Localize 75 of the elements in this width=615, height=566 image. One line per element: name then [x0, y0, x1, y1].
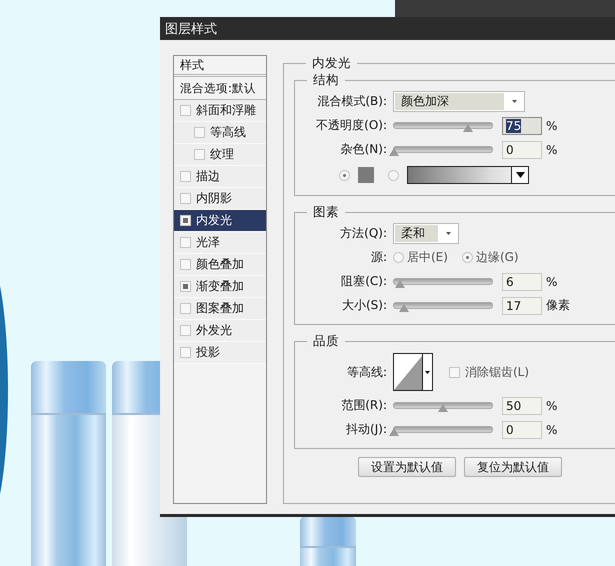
list-header: 样式 [174, 56, 266, 77]
dialog-button[interactable]: 设置为默认值 [358, 457, 456, 477]
dialog-button[interactable]: 复位为默认值 [464, 457, 562, 477]
slider-thumb[interactable] [394, 280, 405, 288]
list-item[interactable]: 内阴影 [174, 188, 266, 210]
list-item[interactable]: 渐变叠加 [174, 276, 266, 298]
number-field[interactable]: 6 [502, 272, 542, 290]
field-label: 范围(R): [340, 397, 388, 414]
group-title: 内发光 [311, 55, 352, 72]
list-item[interactable]: 颜色叠加 [174, 254, 266, 276]
checkbox[interactable] [180, 259, 191, 270]
list-item[interactable]: 内发光 [174, 210, 266, 232]
caret-icon [425, 370, 430, 374]
slider-thumb[interactable] [438, 404, 448, 412]
unit-label: % [546, 422, 558, 436]
list-item[interactable]: 图案叠加 [174, 298, 266, 320]
radio-button[interactable] [339, 170, 350, 180]
slider-thumb[interactable] [389, 148, 399, 156]
list-item[interactable]: 描边 [174, 166, 266, 188]
blend-mode-dropdown[interactable]: 颜色加深 [393, 91, 525, 112]
color-swatch[interactable] [358, 167, 374, 183]
checkbox[interactable] [180, 237, 191, 248]
caret-icon [516, 172, 524, 178]
checkbox[interactable] [180, 193, 191, 204]
number-field[interactable]: 0 [502, 420, 542, 438]
list-item[interactable]: 纹理 [174, 144, 266, 166]
list-item[interactable]: 外发光 [174, 320, 266, 342]
number-field[interactable]: 50 [502, 396, 542, 414]
checkbox[interactable] [194, 149, 205, 160]
checkbox[interactable] [194, 127, 205, 138]
group-title: 结构 [312, 72, 340, 89]
number-field[interactable]: 75 [502, 116, 542, 134]
number-field[interactable]: 0 [502, 140, 542, 158]
group-title: 品质 [312, 333, 340, 350]
field-label: 源: [370, 249, 388, 266]
radio-option[interactable]: 边缘(G) [462, 249, 519, 266]
group-title: 图素 [312, 204, 340, 221]
unit-label: 像素 [546, 297, 570, 314]
checkbox[interactable] [180, 105, 191, 116]
field-label: 抖动(J): [345, 421, 388, 438]
checkbox-option[interactable]: 消除锯齿(L) [449, 364, 530, 380]
bottle-drawing [300, 516, 356, 566]
window-title: 图层样式 [165, 20, 217, 38]
checkbox[interactable] [180, 325, 191, 336]
unit-label: % [546, 274, 558, 288]
field-label: 杂色(N): [340, 141, 388, 158]
unit-label: % [546, 118, 558, 132]
field-label: 混合模式(B): [316, 93, 388, 110]
slider-thumb[interactable] [398, 304, 409, 312]
list-item[interactable]: 斜面和浮雕 [174, 100, 266, 122]
list-item[interactable]: 等高线 [174, 122, 266, 144]
field-label: 大小(S): [340, 297, 388, 314]
technique-dropdown[interactable]: 柔和 [393, 223, 459, 244]
checkbox[interactable] [180, 281, 191, 292]
radio-option[interactable]: 居中(E) [393, 249, 448, 266]
checkbox[interactable] [180, 215, 191, 226]
unit-label: % [546, 142, 558, 156]
list-item[interactable]: 投影 [174, 342, 266, 364]
caret-icon [446, 232, 451, 235]
field-label: 等高线: [346, 364, 388, 380]
gradient-picker[interactable] [407, 166, 529, 184]
unit-label: % [546, 398, 558, 412]
slider-thumb[interactable] [389, 428, 399, 436]
list-item[interactable]: 光泽 [174, 232, 266, 254]
field-label: 方法(Q): [339, 225, 388, 242]
checkbox[interactable] [180, 171, 191, 182]
radio-button[interactable] [388, 170, 399, 180]
contour-picker[interactable] [393, 353, 433, 391]
checkbox[interactable] [180, 347, 191, 358]
caret-icon [512, 100, 517, 103]
field-label: 阻塞(C): [340, 273, 388, 290]
number-field[interactable]: 17 [502, 296, 542, 314]
checkbox[interactable] [180, 303, 191, 314]
field-label: 不透明度(O): [315, 117, 388, 134]
slider-thumb[interactable] [462, 124, 472, 132]
